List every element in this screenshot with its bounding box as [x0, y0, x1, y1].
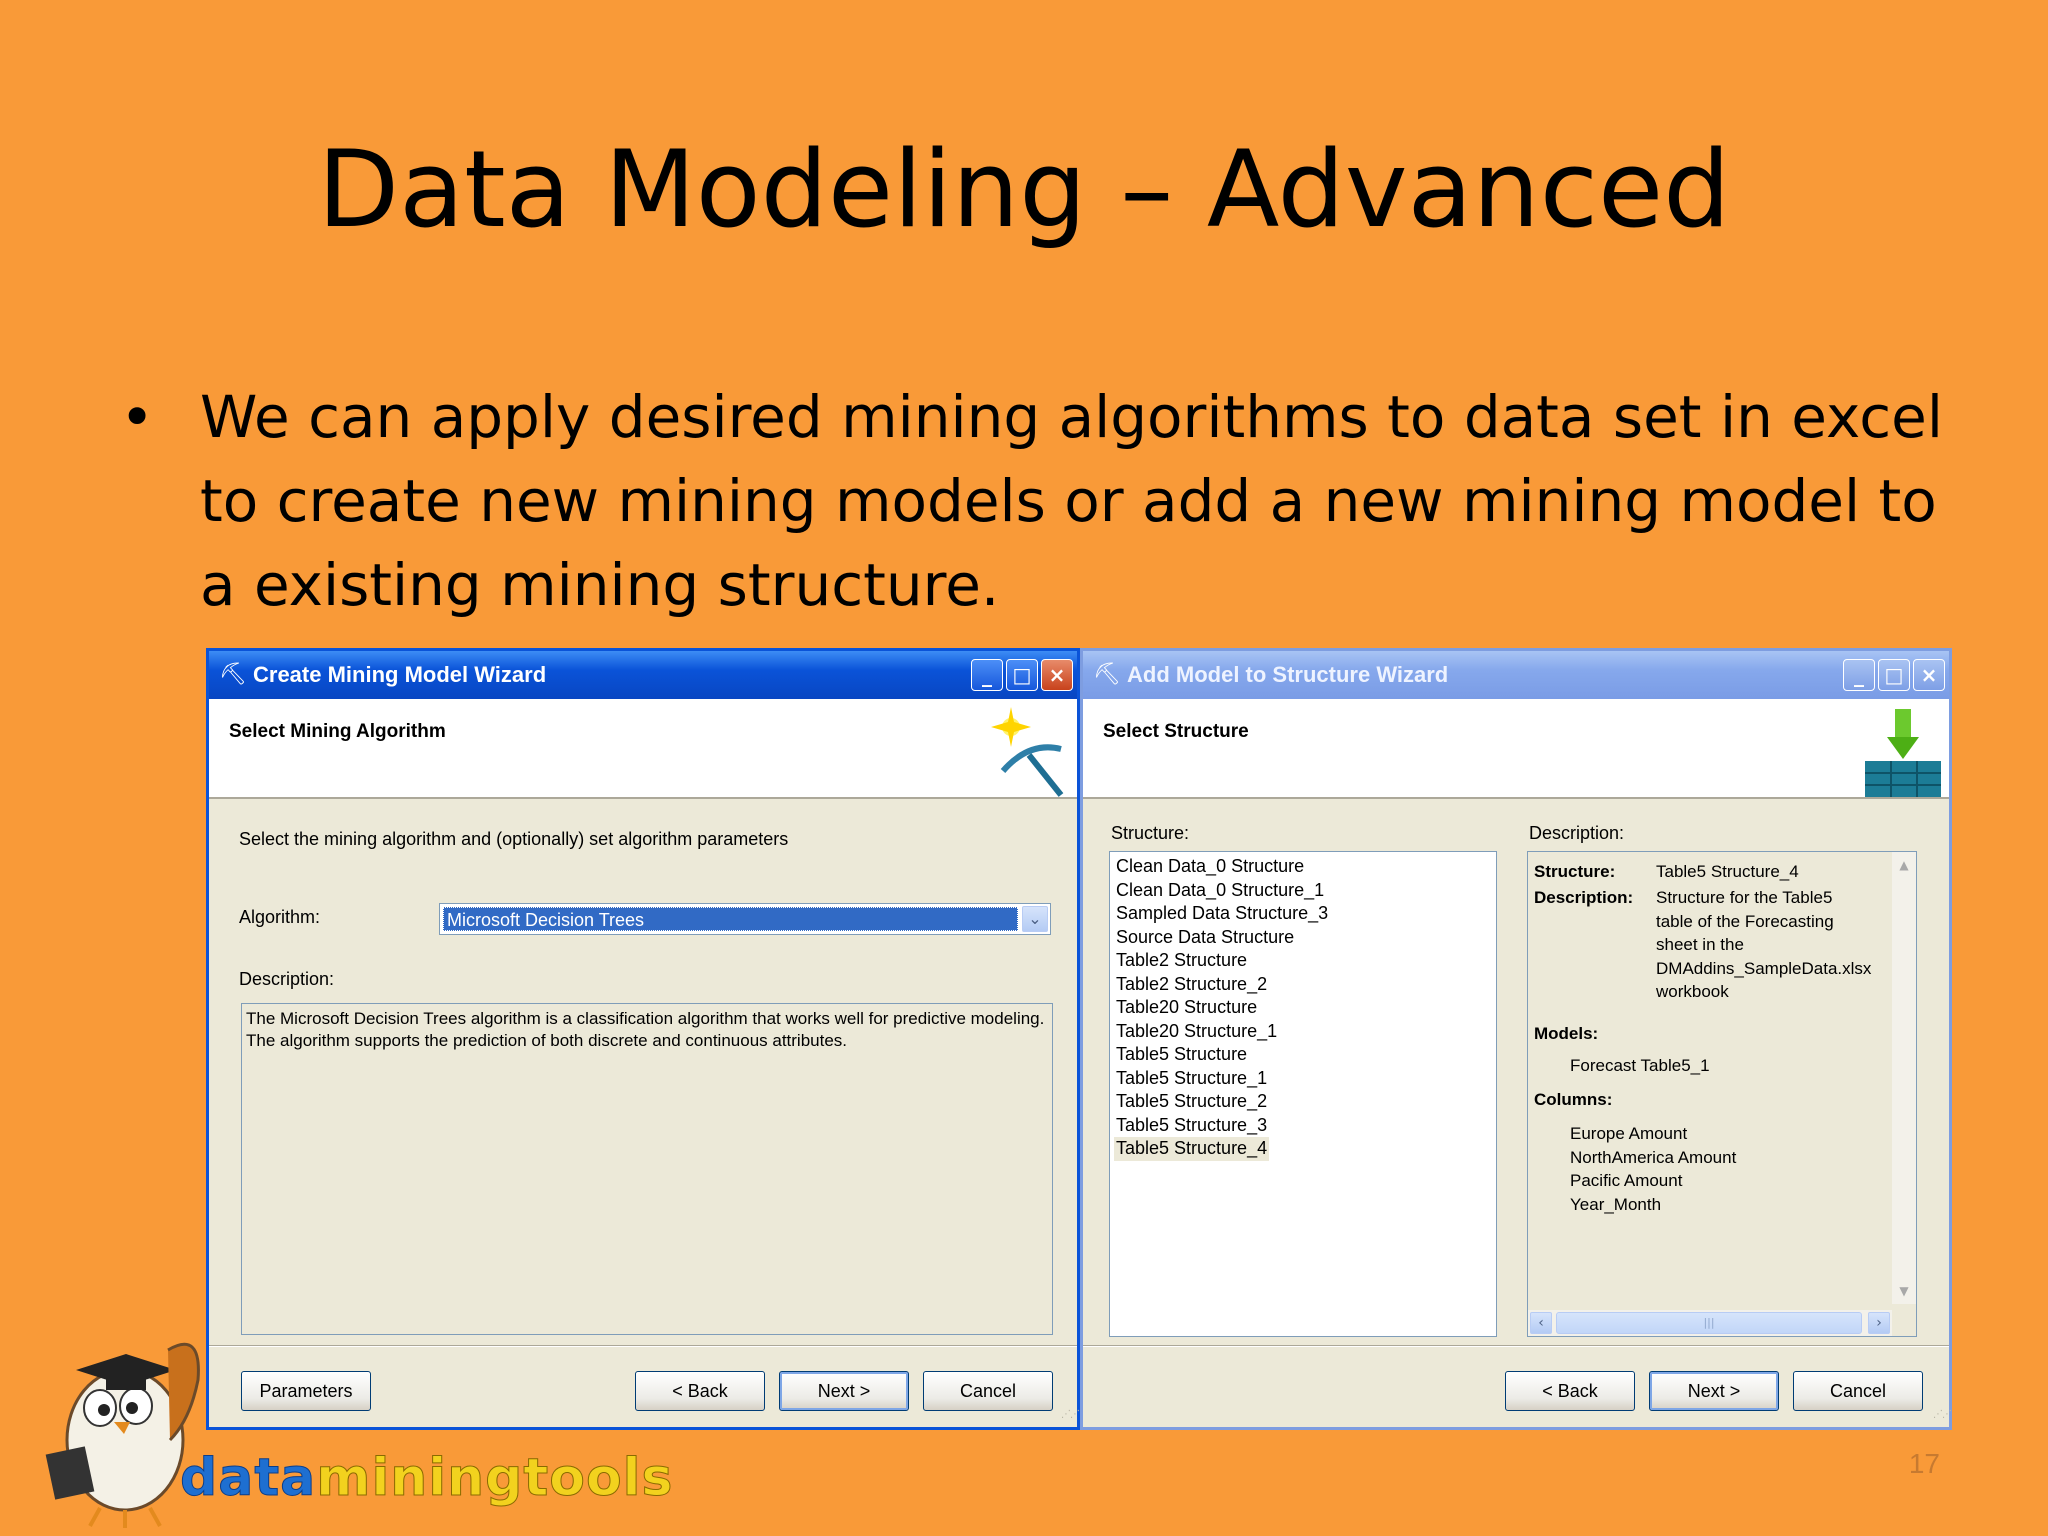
list-item[interactable]: Table5 Structure_2: [1114, 1090, 1269, 1114]
list-item[interactable]: Table20 Structure: [1114, 996, 1259, 1020]
close-button[interactable]: ×: [1041, 659, 1073, 691]
list-item[interactable]: Table5 Structure_3: [1114, 1114, 1269, 1138]
resize-grip-icon[interactable]: ⋰⋰: [1933, 1410, 1952, 1425]
maximize-button[interactable]: □: [1878, 659, 1910, 691]
list-item[interactable]: Table2 Structure_2: [1114, 973, 1269, 997]
pickaxe-icon: ⛏: [1093, 662, 1121, 687]
right-description-label: Description:: [1529, 823, 1625, 843]
description-label: Description:: [239, 969, 335, 989]
models-key: Models:: [1534, 1024, 1599, 1043]
right-titlebar[interactable]: ⛏ Add Model to Structure Wizard _ □ ×: [1083, 651, 1949, 699]
logo-text: dataminingtools: [179, 1448, 674, 1509]
algorithm-label: Algorithm:: [239, 907, 321, 927]
structure-label: Structure:: [1111, 823, 1190, 843]
list-item[interactable]: Table2 Structure: [1114, 949, 1249, 973]
structure-listbox[interactable]: Clean Data_0 Structure Clean Data_0 Stru…: [1109, 851, 1497, 1337]
structure-value: Table5 Structure_4: [1656, 862, 1799, 881]
algorithm-select[interactable]: Microsoft Decision Trees ⌄: [439, 903, 1051, 935]
columns-key: Columns:: [1534, 1090, 1613, 1109]
sparkle-pickaxe-icon: [991, 707, 1064, 797]
chevron-down-icon[interactable]: ⌄: [1022, 906, 1048, 932]
right-cancel-button[interactable]: Cancel: [1793, 1371, 1923, 1411]
description-line: Structure for the Table5: [1656, 888, 1833, 907]
list-item-selected[interactable]: Table5 Structure_4: [1114, 1137, 1270, 1161]
algorithm-select-value: Microsoft Decision Trees: [443, 907, 1018, 931]
left-titlebar[interactable]: ⛏ Create Mining Model Wizard _ □ ×: [209, 651, 1077, 699]
logo-text-miningtools: miningtools: [316, 1448, 674, 1509]
list-item[interactable]: Table5 Structure_1: [1114, 1067, 1269, 1091]
column-item: Pacific Amount: [1570, 1171, 1683, 1190]
maximize-button[interactable]: □: [1006, 659, 1038, 691]
add-model-to-structure-wizard: ⛏ Add Model to Structure Wizard _ □ × Se…: [1080, 648, 1952, 1430]
scroll-up-icon[interactable]: ▲: [1894, 854, 1914, 876]
bullet-text: We can apply desired mining algorithms t…: [200, 383, 1943, 619]
scroll-right-icon[interactable]: ›: [1868, 1312, 1890, 1334]
description-textbox[interactable]: The Microsoft Decision Trees algorithm i…: [241, 1003, 1053, 1335]
list-item[interactable]: Clean Data_0 Structure_1: [1114, 879, 1326, 903]
page-number: 17: [1908, 1448, 1940, 1479]
description-text: The Microsoft Decision Trees algorithm i…: [246, 1009, 1045, 1050]
column-item: Europe Amount: [1570, 1124, 1688, 1143]
slide-title: Data Modeling – Advanced: [317, 128, 1731, 251]
add-to-cube-icon: [1865, 709, 1941, 797]
minimize-button[interactable]: _: [971, 659, 1003, 691]
list-item[interactable]: Table5 Structure: [1114, 1043, 1249, 1067]
scroll-down-icon[interactable]: ▼: [1894, 1280, 1914, 1302]
resize-grip-icon[interactable]: ⋰⋰: [1061, 1410, 1080, 1425]
horizontal-scrollbar[interactable]: ‹ ||| ›: [1528, 1310, 1892, 1336]
close-button[interactable]: ×: [1913, 659, 1945, 691]
list-item[interactable]: Source Data Structure: [1114, 926, 1296, 950]
columns-list: Europe Amount NorthAmerica Amount Pacifi…: [1570, 1122, 1736, 1216]
dataminingtools-logo: dataminingtools: [30, 1290, 674, 1530]
list-item[interactable]: Sampled Data Structure_3: [1114, 902, 1330, 926]
scroll-left-icon[interactable]: ‹: [1530, 1312, 1552, 1334]
left-next-button[interactable]: Next >: [779, 1371, 909, 1411]
description-line: workbook: [1656, 982, 1729, 1001]
right-back-button[interactable]: < Back: [1505, 1371, 1635, 1411]
list-item[interactable]: Clean Data_0 Structure: [1114, 855, 1306, 879]
column-item: NorthAmerica Amount: [1570, 1147, 1737, 1167]
right-footer-divider: [1083, 1345, 1949, 1347]
instruction-label: Select the mining algorithm and (optiona…: [239, 829, 789, 849]
right-header-panel: Select Structure: [1083, 699, 1949, 799]
description-line: table of the Forecasting: [1656, 911, 1834, 931]
right-header-title: Select Structure: [1103, 721, 1249, 742]
description-key: Description:: [1534, 888, 1634, 907]
right-window-title: Add Model to Structure Wizard: [1127, 662, 1449, 687]
list-item[interactable]: Table20 Structure_1: [1114, 1020, 1279, 1044]
scrollbar-thumb[interactable]: |||: [1556, 1312, 1862, 1334]
right-next-button[interactable]: Next >: [1649, 1371, 1779, 1411]
left-window-title: Create Mining Model Wizard: [253, 662, 547, 687]
description-line: sheet in the: [1656, 935, 1744, 954]
vertical-scrollbar[interactable]: ▲ ▼: [1892, 852, 1916, 1304]
minimize-button[interactable]: _: [1843, 659, 1875, 691]
model-item: Forecast Table5_1: [1570, 1056, 1710, 1075]
slide-bullet: • We can apply desired mining algorithms…: [120, 375, 1980, 627]
column-item: Year_Month: [1570, 1194, 1662, 1214]
description-lines: Structure for the Table5 table of the Fo…: [1656, 886, 1871, 1004]
pickaxe-icon: ⛏: [219, 662, 247, 687]
structure-description-panel[interactable]: Structure: Table5 Structure_4 Descriptio…: [1527, 851, 1917, 1337]
structure-key: Structure:: [1534, 862, 1616, 881]
bullet-dot: •: [120, 383, 155, 451]
left-header-title: Select Mining Algorithm: [229, 721, 446, 742]
logo-text-data: data: [179, 1448, 317, 1509]
description-line: DMAddins_SampleData.xlsx: [1656, 958, 1872, 978]
left-cancel-button[interactable]: Cancel: [923, 1371, 1053, 1411]
left-header-panel: Select Mining Algorithm: [209, 699, 1077, 799]
